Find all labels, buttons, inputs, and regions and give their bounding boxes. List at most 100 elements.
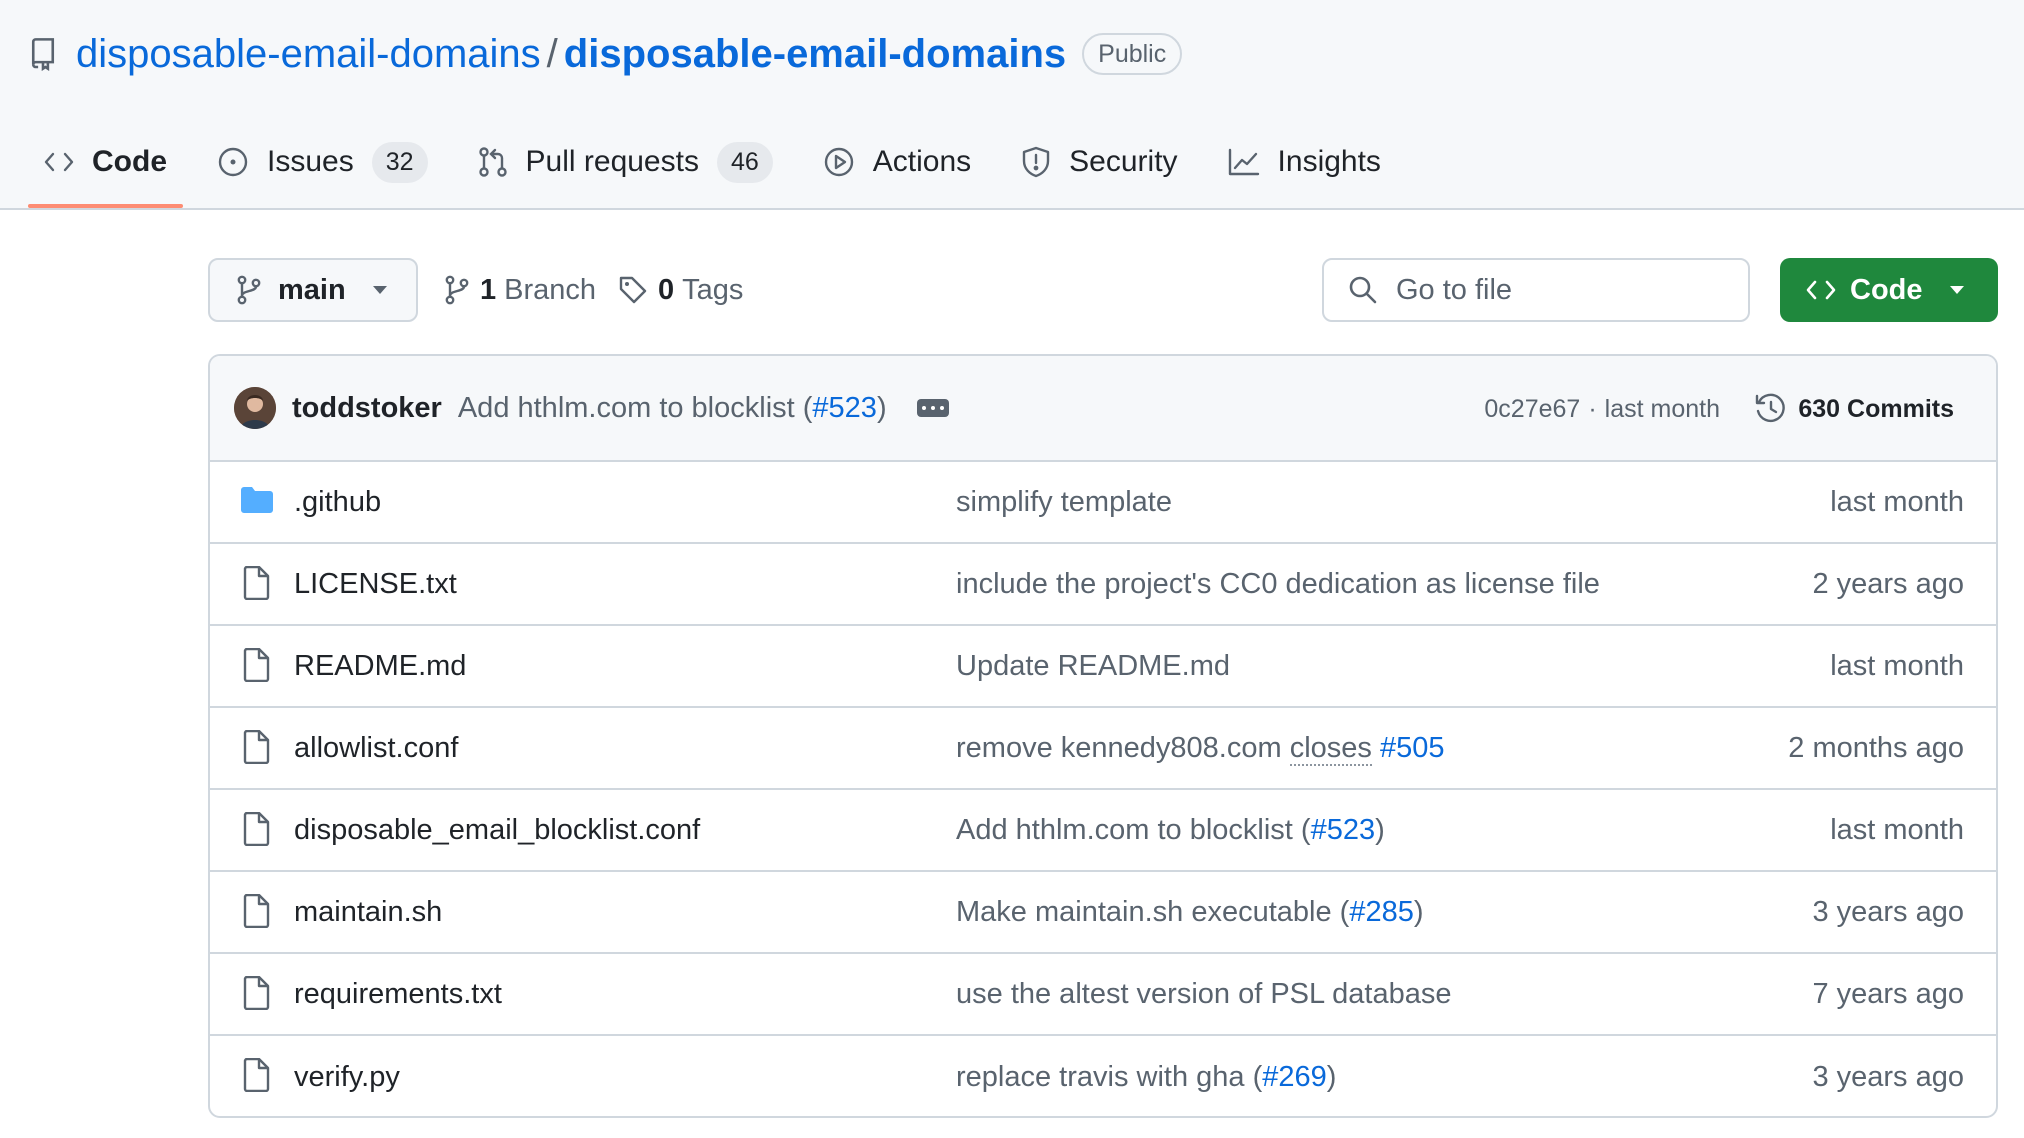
commit-message[interactable]: Add hthlm.com to blocklist (#523)	[458, 392, 887, 425]
branch-name: main	[278, 273, 346, 306]
file-commit-end: )	[1326, 1060, 1337, 1093]
commit-meta-separator: ·	[1588, 394, 1597, 423]
commits-count: 630 Commits	[1798, 394, 1954, 423]
file-row[interactable]: LICENSE.txt include the project's CC0 ded…	[210, 544, 1996, 626]
code-dropdown-button[interactable]: Code	[1780, 258, 1998, 322]
file-commit-message[interactable]: Make maintain.sh executable (#285)	[956, 896, 1424, 929]
file-name-link[interactable]: maintain.sh	[294, 896, 442, 929]
file-commit-pr-link[interactable]: #285	[1349, 896, 1414, 928]
issue-icon	[218, 147, 248, 177]
commits-history-link[interactable]: 630 Commits	[1754, 356, 1954, 462]
repo-owner-link[interactable]: disposable-email-domains	[76, 32, 541, 77]
file-commit-text: Make maintain.sh executable (	[956, 895, 1350, 928]
tab-label: Issues	[267, 145, 354, 178]
code-icon	[1806, 280, 1836, 300]
file-row[interactable]: .github simplify template last month	[210, 462, 1996, 544]
file-commit-text: remove kennedy808.com	[956, 731, 1282, 764]
tab-security[interactable]: Security	[1005, 132, 1193, 192]
latest-commit-bar: toddstoker Add hthlm.com to blocklist (#…	[210, 356, 1996, 462]
file-commit-date: 2 years ago	[1812, 567, 1964, 600]
chevron-down-icon	[372, 286, 387, 294]
branches-link[interactable]: 1 Branch	[444, 258, 596, 322]
tag-icon	[619, 276, 647, 304]
repo-nav-tabs: Code Issues 32 Pull requests 46 Actions …	[28, 132, 1415, 210]
file-commit-end: )	[1413, 895, 1424, 928]
closes-keyword: closes	[1289, 731, 1372, 766]
commit-sha-link[interactable]: 0c27e67	[1484, 395, 1580, 424]
file-commit-message[interactable]: simplify template	[956, 486, 1172, 519]
commit-pr-link[interactable]: #523	[812, 392, 877, 424]
file-commit-message[interactable]: replace travis with gha (#269)	[956, 1061, 1336, 1094]
code-button-label: Code	[1850, 273, 1923, 306]
file-commit-end: )	[1375, 813, 1385, 846]
repo-name-link[interactable]: disposable-email-domains	[564, 32, 1066, 77]
go-to-file-search[interactable]	[1322, 258, 1750, 322]
commit-author-link[interactable]: toddstoker	[292, 392, 442, 425]
tag-label: Tags	[682, 273, 744, 306]
file-commit-message[interactable]: use the altest version of PSL database	[956, 978, 1451, 1011]
expand-commit-button[interactable]	[916, 399, 949, 417]
file-icon	[243, 647, 270, 683]
file-list-box: toddstoker Add hthlm.com to blocklist (#…	[208, 354, 1998, 1118]
file-commit-pr-link[interactable]: #505	[1380, 732, 1445, 764]
file-name-link[interactable]: verify.py	[294, 1061, 400, 1094]
go-to-file-input[interactable]	[1396, 273, 1726, 307]
file-row[interactable]: maintain.sh Make maintain.sh executable (…	[210, 872, 1996, 954]
file-name-link[interactable]: README.md	[294, 650, 466, 683]
commit-time: last month	[1604, 394, 1720, 423]
tag-count: 0	[658, 273, 675, 306]
file-commit-message[interactable]: Add hthlm.com to blocklist (#523)	[956, 814, 1385, 847]
file-commit-message[interactable]: include the project's CC0 dedication as …	[956, 568, 1600, 601]
file-row[interactable]: README.md Update README.md last month	[210, 626, 1996, 708]
history-icon	[1756, 393, 1786, 423]
file-row[interactable]: allowlist.conf remove kennedy808.com clos…	[210, 708, 1996, 790]
repo-title-row: disposable-email-domains / disposable-em…	[30, 30, 1183, 78]
file-commit-pr-link[interactable]: #523	[1311, 814, 1376, 846]
tags-link[interactable]: 0 Tags	[618, 258, 743, 322]
tab-label: Actions	[872, 145, 972, 178]
file-name-link[interactable]: .github	[294, 486, 381, 519]
file-name-link[interactable]: disposable_email_blocklist.conf	[294, 814, 700, 847]
branch-label: Branch	[504, 273, 597, 306]
tab-code[interactable]: Code	[28, 132, 183, 208]
file-commit-message[interactable]: Update README.md	[956, 650, 1230, 683]
file-name-link[interactable]: LICENSE.txt	[294, 568, 457, 601]
file-commit-date: last month	[1830, 485, 1964, 518]
search-icon	[1349, 276, 1377, 304]
tab-insights[interactable]: Insights	[1212, 132, 1397, 192]
file-row[interactable]: verify.py replace travis with gha (#269) 3…	[210, 1036, 1996, 1116]
tab-label: Pull requests	[525, 145, 699, 178]
tab-actions[interactable]: Actions	[807, 132, 987, 192]
file-row[interactable]: disposable_email_blocklist.conf Add hthlm…	[210, 790, 1996, 872]
shield-icon	[1022, 146, 1050, 178]
file-type-icon	[242, 893, 274, 930]
file-commit-pr-link[interactable]: #269	[1262, 1061, 1327, 1093]
play-icon	[824, 147, 853, 177]
tab-label: Insights	[1277, 145, 1381, 178]
branch-count: 1	[480, 273, 497, 306]
file-type-icon	[242, 647, 274, 684]
file-toolbar: main 1 Branch 0 Tags Code	[208, 258, 2000, 322]
file-commit-date: 7 years ago	[1812, 977, 1964, 1010]
file-name-link[interactable]: requirements.txt	[294, 978, 502, 1011]
tab-label: Code	[92, 145, 167, 178]
commit-meta: 0c27e67 · last month	[1484, 356, 1720, 462]
file-name-link[interactable]: allowlist.conf	[294, 732, 458, 765]
tab-issues[interactable]: Issues 32	[201, 132, 444, 192]
file-commit-text: Add hthlm.com to blocklist (	[956, 813, 1311, 846]
file-commit-message[interactable]: remove kennedy808.com closes #505	[956, 731, 1445, 766]
file-type-icon	[240, 486, 273, 522]
branch-icon	[445, 275, 469, 305]
file-commit-text: replace travis with gha (	[956, 1060, 1263, 1093]
tab-pull-requests[interactable]: Pull requests 46	[462, 132, 789, 192]
path-separator: /	[546, 31, 558, 76]
avatar[interactable]	[234, 387, 276, 429]
file-row[interactable]: requirements.txt use the altest version o…	[210, 954, 1996, 1036]
graph-icon	[1228, 148, 1259, 176]
branch-select-button[interactable]: main	[208, 258, 418, 322]
file-icon	[243, 975, 270, 1011]
file-commit-date: 2 months ago	[1788, 731, 1964, 764]
chevron-down-icon	[1949, 286, 1964, 294]
file-rows: .github simplify template last month LICENS…	[210, 462, 1996, 1116]
visibility-badge: Public	[1082, 33, 1183, 75]
